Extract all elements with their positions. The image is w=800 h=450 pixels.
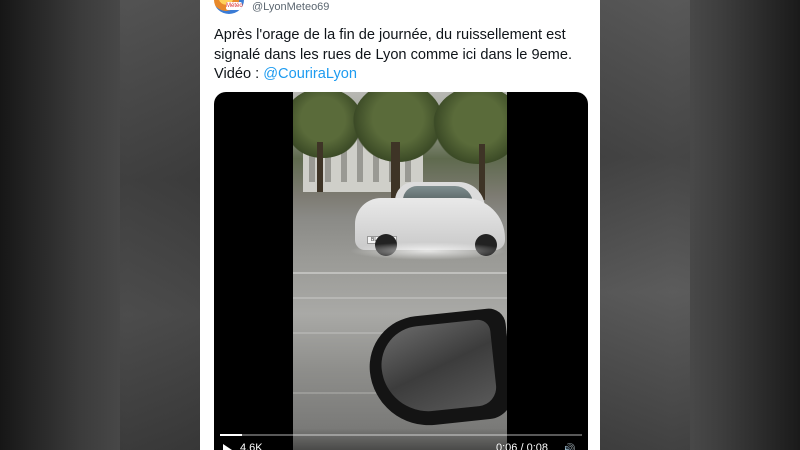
video-controls: 4.6K 0:06 / 0:08 🔊	[214, 428, 588, 450]
progress-fill	[220, 434, 242, 436]
video-frame[interactable]: BL-JM-JS	[293, 92, 507, 450]
water-ripple	[293, 297, 507, 299]
tweet-text-line-3: Vidéo : @CouriraLyon	[214, 65, 594, 85]
avatar[interactable]: Météo	[214, 0, 244, 14]
water-ripple	[293, 272, 507, 274]
tweet-text-line-1: Après l'orage de la fin de journée, du r…	[214, 27, 566, 43]
view-count: 4.6K	[240, 442, 263, 450]
video-credit-label: Vidéo :	[214, 66, 264, 82]
tweet-text-line-2: signalé dans les rues de Lyon comme ici …	[214, 46, 573, 63]
avatar-tag: Météo	[226, 2, 243, 10]
video-player[interactable]: BL-JM-JS 4.6K 0:06 / 0:08 🔊	[214, 92, 588, 450]
tweet-text: Après l'orage de la fin de journée, du r…	[214, 26, 594, 85]
mirror-glass	[377, 318, 498, 416]
side-mirror	[364, 306, 507, 432]
tree-right	[433, 92, 507, 164]
tree-trunk-left	[317, 142, 323, 192]
blurred-background-left	[120, 0, 200, 450]
progress-bar[interactable]	[220, 434, 582, 436]
screenshot-stage: Météo @LyonMeteo69 Après l'orage de la f…	[0, 0, 800, 450]
play-icon[interactable]	[223, 444, 232, 450]
user-handle[interactable]: @LyonMeteo69	[252, 1, 329, 13]
tweet-card: Météo @LyonMeteo69 Après l'orage de la f…	[200, 0, 600, 450]
time-display: 0:06 / 0:08	[496, 442, 548, 450]
water-splash	[349, 242, 507, 260]
mention-link[interactable]: @CouriraLyon	[263, 66, 357, 82]
tweet-header: Météo @LyonMeteo69	[200, 0, 600, 18]
blurred-background-right	[600, 0, 690, 450]
volume-icon[interactable]: 🔊	[562, 444, 576, 450]
